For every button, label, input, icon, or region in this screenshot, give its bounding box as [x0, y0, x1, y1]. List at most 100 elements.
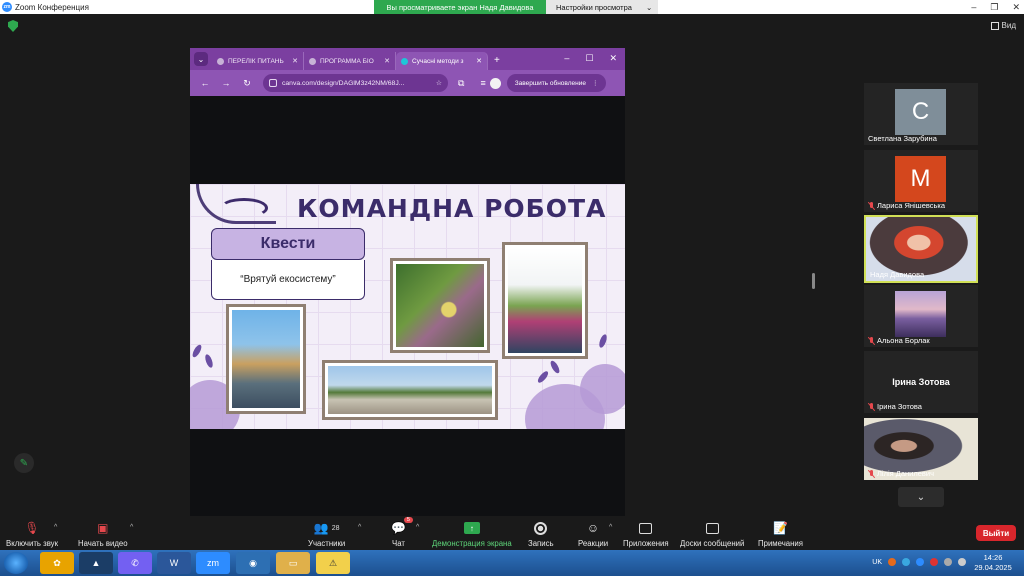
folder-icon[interactable]: ▭ [276, 552, 310, 574]
minimize-icon[interactable]: – [971, 2, 976, 12]
participant-tile[interactable]: Альона Борлак [864, 285, 978, 347]
shield-icon[interactable] [8, 20, 18, 32]
close-icon[interactable]: ✕ [1012, 2, 1020, 13]
participant-name-text: Надя Давидова [870, 270, 925, 279]
system-clock[interactable]: 14:26 29.04.2025 [968, 553, 1018, 573]
chat-icon: 💬 5 [391, 517, 413, 536]
share-screen-icon: ↑ [463, 522, 480, 534]
new-tab-icon[interactable]: + [494, 55, 500, 66]
annotate-pen-icon[interactable]: ✎ [14, 453, 34, 473]
caret-up-icon[interactable]: ^ [609, 524, 612, 531]
tray-network-icon[interactable] [944, 558, 952, 566]
zoom-taskbar-icon[interactable]: zm [196, 552, 230, 574]
leave-button[interactable]: Выйти [976, 525, 1016, 541]
app-triangle-icon[interactable]: ▲ [79, 552, 113, 574]
more-icon[interactable]: ⋮ [592, 79, 599, 87]
start-icon[interactable] [4, 552, 28, 574]
notes-button[interactable]: 📝 Примечания [758, 520, 803, 548]
tray-app-icon[interactable] [888, 558, 896, 566]
shared-screen: ⌄ ПЕРЕЛІК ПИТАНЬ ✕ ПРОГРАММА БІО ✕ Сучас… [190, 48, 625, 516]
photo-image [232, 310, 300, 408]
scroll-participants-down-icon[interactable]: ⌄ [898, 487, 944, 507]
browser-tab-active[interactable]: Сучасні методи з ✕ [396, 52, 488, 70]
participant-tile-active[interactable]: Надя Давидова [864, 215, 978, 283]
record-icon-wrap [534, 520, 548, 536]
mic-muted-icon [868, 201, 875, 210]
clock-time: 14:26 [983, 553, 1003, 562]
maximize-icon[interactable]: ❐ [990, 2, 998, 13]
update-button[interactable]: Завершить обновление ⋮ [506, 74, 607, 92]
panel-resize-handle[interactable] [812, 273, 815, 289]
slide-photo [322, 360, 498, 420]
whiteboards-label: Доски сообщений [680, 539, 745, 548]
photo-image [508, 248, 582, 353]
warning-icon[interactable]: ⚠ [316, 552, 350, 574]
tab-label: ПЕРЕЛІК ПИТАНЬ [228, 57, 284, 65]
record-button[interactable]: Запись [528, 520, 554, 548]
window-controls: – ❐ ✕ [971, 0, 1020, 14]
caret-up-icon[interactable]: ^ [54, 524, 57, 531]
close-tab-icon[interactable]: ✕ [384, 57, 390, 65]
app-paint-icon[interactable]: ✿ [40, 552, 74, 574]
participants-button[interactable]: 👥 28 Участники [308, 520, 345, 548]
minimize-icon[interactable]: – [564, 53, 569, 64]
reading-list-icon[interactable]: ≡ [480, 78, 485, 89]
participant-name: Ірина Зотова [868, 402, 922, 411]
close-tab-icon[interactable]: ✕ [292, 57, 298, 65]
zoom-logo-icon: zm [2, 2, 12, 12]
participant-tile[interactable]: С Светлана Зарубина [864, 83, 978, 145]
forward-icon[interactable]: → [220, 78, 232, 88]
caret-up-icon[interactable]: ^ [416, 524, 419, 531]
tray-zoom-icon[interactable] [916, 558, 924, 566]
participant-name: Лариса Янішевська [868, 201, 945, 210]
participant-tile[interactable]: Лілія Данилевич [864, 418, 978, 480]
unmute-button[interactable]: 🎙 Включить звук [6, 520, 58, 548]
view-settings-button[interactable]: Настройки просмотра ⌄ [546, 0, 658, 14]
address-bar[interactable]: canva.com/design/DAGlM3z42NM/68J... ☆ [263, 74, 448, 92]
share-banner: Вы просматриваете экран Надя Давидова [374, 0, 546, 14]
slide-box-heading: Квести [211, 228, 365, 260]
close-icon[interactable]: ✕ [609, 53, 617, 64]
participants-label: Участники [308, 539, 346, 548]
back-icon[interactable]: ← [199, 78, 211, 88]
tray-app-icon[interactable] [930, 558, 938, 566]
star-icon[interactable]: ☆ [436, 79, 442, 87]
caret-up-icon[interactable]: ^ [358, 524, 361, 531]
unmute-label: Включить звук [6, 539, 58, 548]
participant-tile[interactable]: М Лариса Янішевська [864, 150, 978, 212]
whiteboard-icon-wrap [705, 520, 719, 536]
reactions-button[interactable]: ☺ Реакции [578, 520, 608, 548]
tab-search-icon[interactable]: ⌄ [194, 52, 208, 66]
start-video-button[interactable]: ▣ Начать видео [78, 520, 128, 548]
share-screen-icon-wrap: ↑ [463, 520, 480, 536]
participant-tile[interactable]: Ірина Зотова Ірина Зотова [864, 351, 978, 413]
language-indicator[interactable]: UK [872, 559, 882, 566]
browser-tab[interactable]: ПРОГРАММА БІО ✕ [304, 52, 396, 70]
apps-icon-wrap [639, 520, 653, 536]
caret-up-icon[interactable]: ^ [130, 524, 133, 531]
browser-tab[interactable]: ПЕРЕЛІК ПИТАНЬ ✕ [212, 52, 304, 70]
site-info-icon[interactable] [269, 79, 277, 87]
chrome-icon[interactable]: ◉ [236, 552, 270, 574]
close-tab-icon[interactable]: ✕ [476, 57, 482, 65]
people-icon: 👥 28 [313, 521, 340, 535]
profile-avatar[interactable] [489, 77, 501, 89]
whiteboards-button[interactable]: Доски сообщений [680, 520, 744, 548]
participant-display-name: Ірина Зотова [892, 377, 950, 387]
chat-badge: 5 [403, 517, 413, 523]
share-screen-button[interactable]: ↑ Демонстрация экрана [432, 520, 512, 548]
chevron-down-icon: ⌄ [645, 2, 653, 12]
extensions-icon[interactable]: ⧉ [458, 78, 464, 89]
whiteboard-icon [705, 522, 719, 534]
maximize-icon[interactable]: ☐ [585, 53, 593, 64]
volume-icon[interactable] [958, 558, 966, 566]
viber-icon[interactable]: ✆ [118, 552, 152, 574]
chat-button[interactable]: 💬 5 Чат [391, 517, 413, 548]
reload-icon[interactable]: ↻ [241, 78, 253, 89]
tray-app-icon[interactable] [902, 558, 910, 566]
decorative-leaf [597, 333, 609, 349]
view-toggle-button[interactable]: Вид [990, 21, 1016, 30]
slide-photo [502, 242, 588, 359]
word-icon[interactable]: W [157, 552, 191, 574]
apps-button[interactable]: Приложения [623, 520, 669, 548]
